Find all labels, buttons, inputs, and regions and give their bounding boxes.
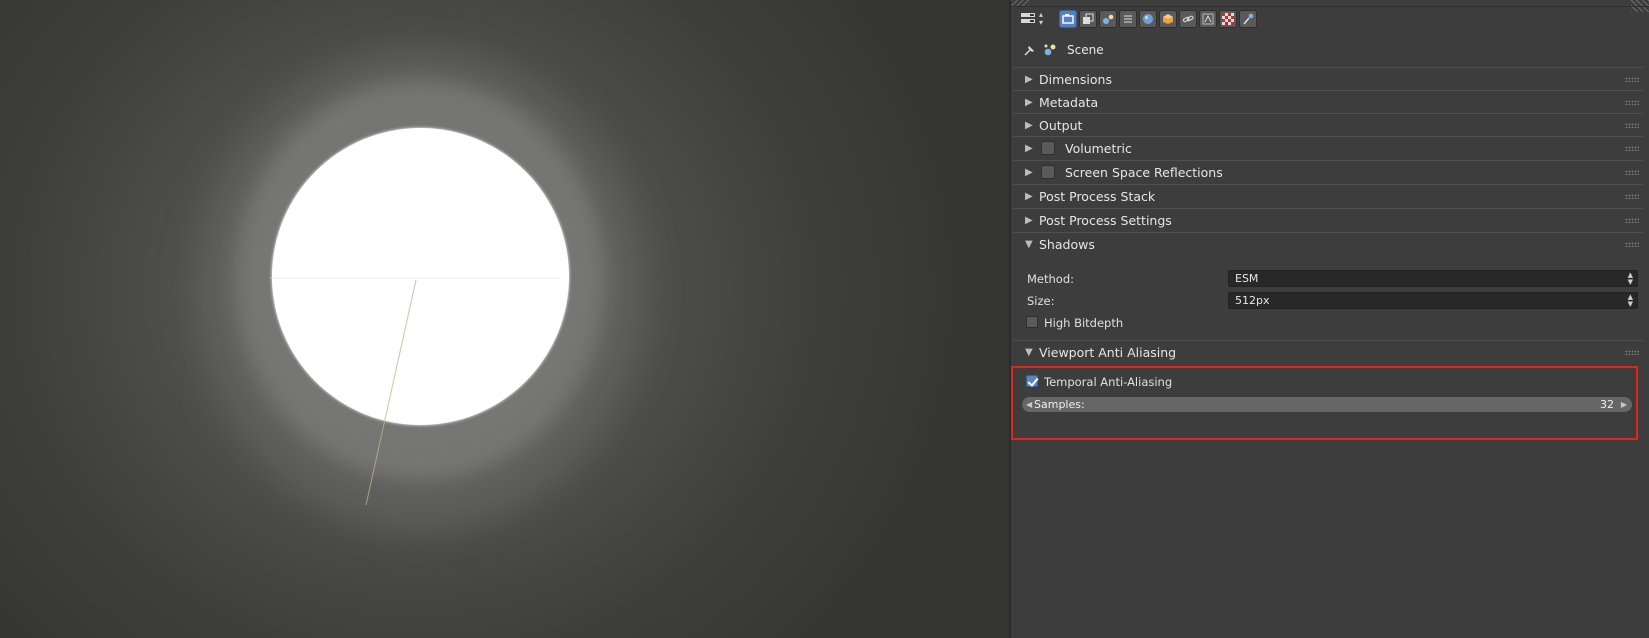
modifiers-icon [1182,15,1194,23]
high-bitdepth-checkbox[interactable] [1026,316,1038,328]
editor-type-selector[interactable]: ▴ ▾ [1021,10,1049,28]
drag-grip-icon[interactable] [1625,242,1639,247]
panel-title: Post Process Stack [1039,188,1156,204]
editor-type-icon [1021,13,1035,23]
panel-title: Volumetric [1065,140,1132,156]
high-bitdepth-label: High Bitdepth [1044,316,1124,330]
panel-viewport-anti-aliasing[interactable]: ▼ Viewport Anti Aliasing [1013,340,1643,363]
viewport-overlay-lines [270,277,560,506]
constraints-icon [1163,14,1173,24]
tab-object[interactable] [1139,10,1157,28]
samples-label: Samples: [1034,398,1085,411]
expand-arrow-icon: ▶ [1025,190,1033,202]
render-layers-icon [1083,13,1094,24]
shadow-method-dropdown[interactable]: ESM ▲ ▼ [1228,270,1638,287]
panel-post-process-stack[interactable]: ▶ Post Process Stack [1013,184,1643,207]
drag-grip-icon[interactable] [1625,77,1639,82]
panel-metadata[interactable]: ▶ Metadata [1013,90,1643,113]
tab-render[interactable] [1059,10,1077,28]
expand-arrow-icon: ▶ [1025,166,1033,178]
properties-editor: ▴ ▾ Scene ▶ Dimensions ▶ Metadata ▶ Outp… [1009,0,1649,638]
expand-arrow-icon: ▶ [1025,73,1033,85]
expand-arrow-icon: ▶ [1025,119,1033,131]
volumetric-checkbox[interactable] [1041,141,1055,155]
drag-grip-icon[interactable] [1625,194,1639,199]
light-direction-line [365,279,417,506]
panel-shadows[interactable]: ▼ Shadows [1013,232,1643,255]
dropdown-arrows-icon: ▲ ▼ [1627,293,1633,308]
dropdown-arrows-icon: ▲ ▼ [1627,271,1633,286]
expand-arrow-icon: ▶ [1025,96,1033,108]
shadow-method-label: Method: [1027,272,1075,286]
panel-output[interactable]: ▶ Output [1013,113,1643,136]
shadow-size-value: 512px [1235,294,1270,307]
panel-title: Dimensions [1039,71,1112,87]
particles-icon [1243,13,1254,25]
panel-title: Shadows [1039,236,1095,252]
ssr-checkbox[interactable] [1041,165,1055,179]
samples-value: 32 [1600,398,1614,411]
selector-arrows-icon: ▴ ▾ [1039,10,1044,27]
panel-post-process-settings[interactable]: ▶ Post Process Settings [1013,208,1643,231]
panel-volumetric[interactable]: ▶ Volumetric [1013,136,1643,159]
panel-title: Output [1039,117,1083,133]
drag-grip-icon[interactable] [1625,100,1639,105]
panel-title: Post Process Settings [1039,212,1172,228]
collapse-arrow-icon: ▼ [1025,238,1033,250]
drag-grip-icon[interactable] [1625,350,1639,355]
scene-icon [1103,14,1114,24]
drag-grip-icon[interactable] [1625,146,1639,151]
pin-icon[interactable] [1023,43,1037,57]
tab-particles[interactable] [1239,10,1257,28]
samples-number-field[interactable]: ◀ Samples: 32 ▶ [1021,396,1633,413]
shadow-method-value: ESM [1235,272,1259,285]
expand-arrow-icon: ▶ [1025,142,1033,154]
texture-icon [1222,13,1234,25]
tab-constraints[interactable] [1159,10,1177,28]
tab-modifiers[interactable] [1179,10,1197,28]
drag-grip-icon[interactable] [1625,170,1639,175]
panel-title: Screen Space Reflections [1065,164,1223,180]
drag-grip-icon[interactable] [1625,123,1639,128]
shadow-size-label: Size: [1027,294,1055,308]
decrement-arrow-icon[interactable]: ◀ [1026,397,1032,412]
header-divider [1011,6,1649,7]
panel-title: Viewport Anti Aliasing [1039,344,1177,360]
expand-arrow-icon: ▶ [1025,214,1033,226]
render-icon [1062,14,1074,24]
world-icon [1124,15,1132,23]
shadow-size-dropdown[interactable]: 512px ▲ ▼ [1228,292,1638,309]
collapse-arrow-icon: ▼ [1025,346,1033,358]
context-label: Scene [1067,43,1104,57]
properties-toolbar: ▴ ▾ [1021,9,1259,29]
temporal-aa-checkbox[interactable] [1026,375,1038,387]
tab-world[interactable] [1119,10,1137,28]
panel-dimensions[interactable]: ▶ Dimensions [1013,67,1643,90]
increment-arrow-icon[interactable]: ▶ [1621,397,1627,412]
scene-icon [1044,44,1056,56]
material-icon [1202,13,1214,25]
tab-scene[interactable] [1099,10,1117,28]
tab-texture[interactable] [1219,10,1237,28]
drag-grip-icon[interactable] [1625,218,1639,223]
object-icon [1143,14,1153,24]
temporal-aa-label: Temporal Anti-Aliasing [1044,375,1173,389]
tab-material[interactable] [1199,10,1217,28]
panel-title: Metadata [1039,94,1099,110]
panel-screen-space-reflections[interactable]: ▶ Screen Space Reflections [1013,160,1643,183]
tab-render-layers[interactable] [1079,10,1097,28]
3d-viewport[interactable] [0,0,1009,638]
context-path: Scene [1023,41,1104,59]
